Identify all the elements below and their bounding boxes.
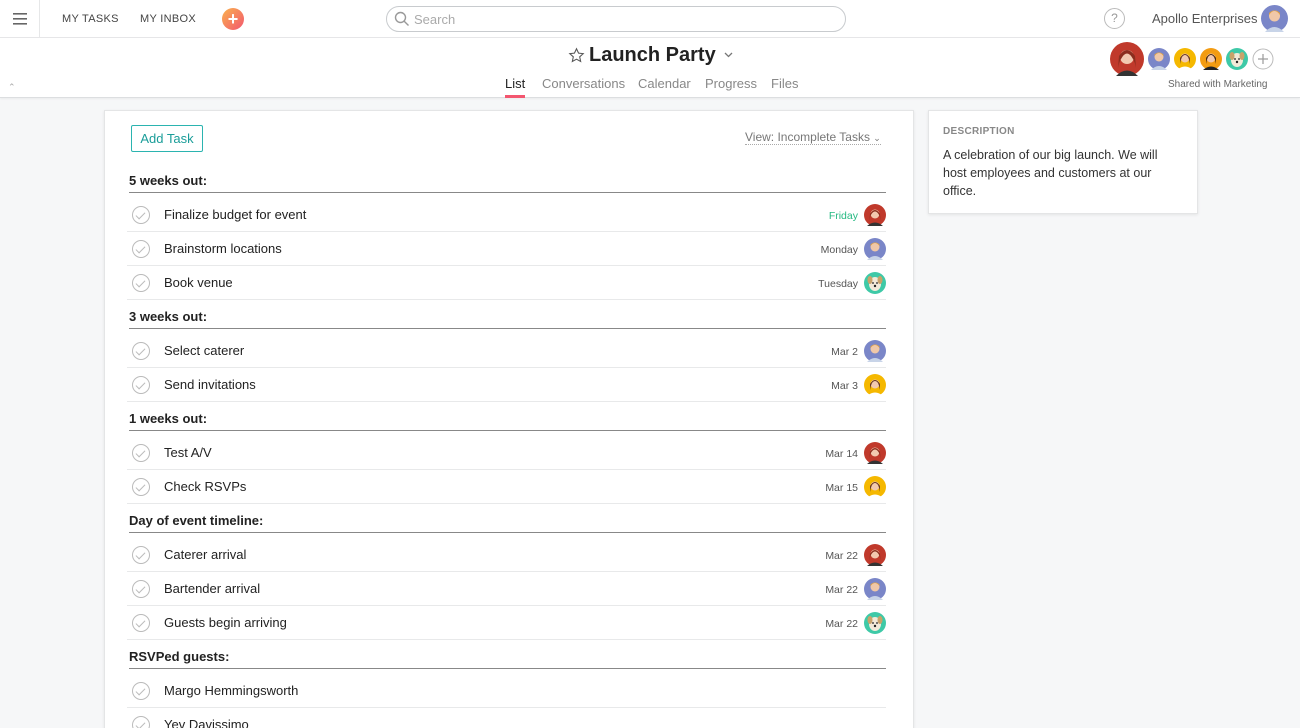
task-row[interactable]: Book venue Tuesday (127, 266, 886, 300)
check-icon[interactable] (132, 682, 150, 700)
task-row[interactable]: Test A/V Mar 14 (127, 436, 886, 470)
task-name[interactable]: Yev Davissimo (164, 717, 249, 728)
search-input[interactable] (414, 11, 834, 27)
search-icon (394, 11, 409, 26)
check-icon[interactable] (132, 206, 150, 224)
section-header[interactable]: Day of event timeline: (129, 513, 886, 533)
member-avatar[interactable] (1226, 48, 1248, 70)
task-due-date: Friday (828, 210, 858, 222)
task-name[interactable]: Book venue (164, 275, 233, 290)
task-row[interactable]: Bartender arrival Mar 22 (127, 572, 886, 606)
task-name[interactable]: Select caterer (164, 343, 244, 358)
project-header: ⌃ Launch Party List Conversations Calend… (0, 38, 1300, 98)
view-filter-label: View: Incomplete Tasks (745, 130, 870, 144)
tab-calendar[interactable]: Calendar (638, 76, 691, 98)
task-list-panel: Add Task View: Incomplete Tasks ⌄ 5 week… (104, 110, 914, 728)
shared-with-label[interactable]: Shared with Marketing (1168, 79, 1268, 90)
task-row[interactable]: Caterer arrival Mar 22 (127, 538, 886, 572)
task-name[interactable]: Test A/V (164, 445, 212, 460)
task-due-date: Mar 22 (825, 550, 858, 562)
project-title-area: Launch Party (568, 42, 733, 68)
section-header[interactable]: 1 weeks out: (129, 411, 886, 431)
task-row[interactable]: Yev Davissimo (127, 708, 886, 728)
task-name[interactable]: Caterer arrival (164, 547, 246, 562)
yellow-avatar[interactable] (864, 476, 886, 498)
search-box[interactable] (386, 6, 846, 32)
member-avatar[interactable] (1174, 48, 1196, 70)
task-name[interactable]: Brainstorm locations (164, 241, 282, 256)
task-name[interactable]: Send invitations (164, 377, 256, 392)
add-member-icon[interactable] (1252, 48, 1274, 70)
task-row[interactable]: Guests begin arriving Mar 22 (127, 606, 886, 640)
red-hair-avatar[interactable] (864, 544, 886, 566)
member-avatar[interactable] (1148, 48, 1170, 70)
red-hair-avatar[interactable] (864, 204, 886, 226)
task-due-date: Mar 14 (825, 448, 858, 460)
star-icon[interactable] (568, 47, 585, 64)
task-name[interactable]: Finalize budget for event (164, 207, 306, 222)
check-icon[interactable] (132, 274, 150, 292)
task-name[interactable]: Guests begin arriving (164, 615, 287, 630)
task-row[interactable]: Send invitations Mar 3 (127, 368, 886, 402)
tab-list[interactable]: List (505, 76, 526, 98)
user-avatar[interactable] (1261, 5, 1288, 32)
dog-avatar[interactable] (864, 612, 886, 634)
description-text[interactable]: A celebration of our big launch. We will… (943, 146, 1183, 200)
check-icon[interactable] (132, 716, 150, 728)
check-icon[interactable] (132, 546, 150, 564)
man-avatar[interactable] (864, 238, 886, 260)
task-row[interactable]: Brainstorm locations Monday (127, 232, 886, 266)
check-icon[interactable] (132, 614, 150, 632)
task-due-date: Mar 2 (831, 346, 858, 358)
member-avatar[interactable] (1110, 42, 1144, 76)
task-due-date: Mar 3 (831, 380, 858, 392)
section-header[interactable]: RSVPed guests: (129, 649, 886, 669)
organization-name[interactable]: Apollo Enterprises (1152, 11, 1258, 26)
dog-avatar[interactable] (864, 272, 886, 294)
task-due-date: Mar 15 (825, 482, 858, 494)
task-row[interactable]: Margo Hemmingsworth (127, 674, 886, 708)
task-row[interactable]: Select caterer Mar 2 (127, 334, 886, 368)
menu-icon[interactable] (0, 0, 40, 38)
view-filter-dropdown[interactable]: View: Incomplete Tasks ⌄ (745, 130, 881, 145)
task-due-date: Monday (820, 244, 858, 256)
man-avatar[interactable] (864, 578, 886, 600)
man-avatar[interactable] (864, 340, 886, 362)
check-icon[interactable] (132, 580, 150, 598)
task-name[interactable]: Check RSVPs (164, 479, 246, 494)
project-title[interactable]: Launch Party (589, 44, 716, 67)
section-header[interactable]: 5 weeks out: (129, 173, 886, 193)
check-icon[interactable] (132, 240, 150, 258)
member-avatar[interactable] (1200, 48, 1222, 70)
chevron-down-icon[interactable] (724, 52, 733, 58)
red-hair-avatar[interactable] (864, 442, 886, 464)
add-task-button[interactable]: Add Task (131, 125, 203, 152)
task-row[interactable]: Finalize budget for event Friday (127, 198, 886, 232)
check-icon[interactable] (132, 376, 150, 394)
task-due-date: Tuesday (818, 278, 858, 290)
description-label: DESCRIPTION (943, 126, 1015, 137)
my-inbox-link[interactable]: MY INBOX (140, 13, 196, 25)
task-name[interactable]: Margo Hemmingsworth (164, 683, 298, 698)
yellow-avatar[interactable] (864, 374, 886, 396)
description-panel[interactable]: DESCRIPTION A celebration of our big lau… (928, 110, 1198, 214)
check-icon[interactable] (132, 342, 150, 360)
top-bar: MY TASKS MY INBOX + ? Apollo Enterprises (0, 0, 1300, 38)
task-row[interactable]: Check RSVPs Mar 15 (127, 470, 886, 504)
my-tasks-link[interactable]: MY TASKS (62, 13, 119, 25)
tab-files[interactable]: Files (771, 76, 798, 98)
check-icon[interactable] (132, 478, 150, 496)
tab-progress[interactable]: Progress (705, 76, 757, 98)
project-tabs: List Conversations Calendar Progress Fil… (0, 76, 1300, 98)
task-due-date: Mar 22 (825, 618, 858, 630)
section-header[interactable]: 3 weeks out: (129, 309, 886, 329)
check-icon[interactable] (132, 444, 150, 462)
task-name[interactable]: Bartender arrival (164, 581, 260, 596)
chevron-down-icon: ⌄ (873, 133, 881, 143)
tab-conversations[interactable]: Conversations (542, 76, 625, 98)
quick-add-plus-icon[interactable]: + (222, 8, 244, 30)
task-due-date: Mar 22 (825, 584, 858, 596)
help-icon[interactable]: ? (1104, 8, 1125, 29)
